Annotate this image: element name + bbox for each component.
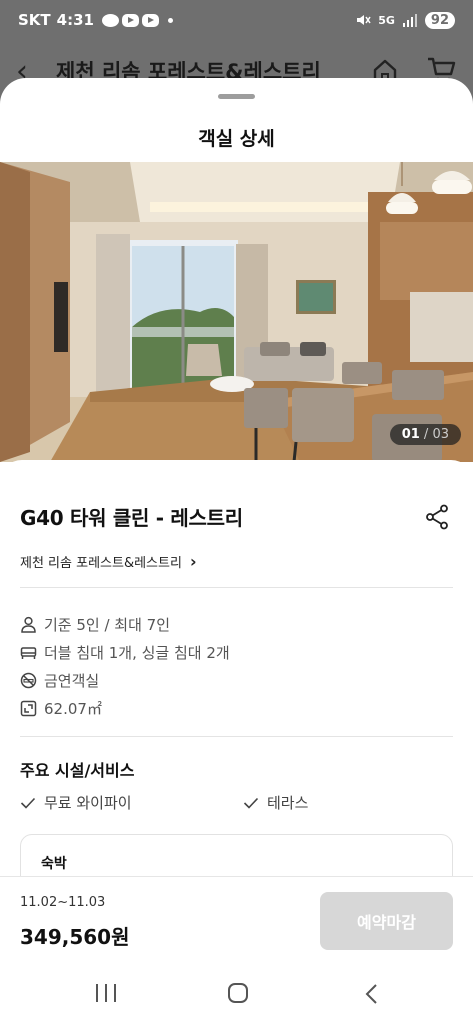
- divider: [20, 736, 453, 737]
- sheet-title: 객실 상세: [198, 128, 275, 150]
- status-bar: SKT 4:31 5G 92: [0, 0, 473, 40]
- room-photo: [0, 162, 473, 462]
- room-photo-carousel[interactable]: 01 / 03: [0, 162, 473, 462]
- area-icon: [20, 700, 37, 716]
- chevron-right-icon: ›: [189, 552, 197, 571]
- spec-beds-text: 더블 침대 1개, 싱글 침대 2개: [44, 643, 230, 662]
- youtube-notification-icon-2: [141, 13, 159, 27]
- talk-notification-icon: [101, 13, 119, 27]
- system-navigation-bar: [0, 962, 473, 1024]
- booking-bar: 11.02~11.03 349,560원 예약마감: [0, 876, 473, 962]
- photo-counter-separator: /: [419, 427, 433, 442]
- facility-label: 무료 와이파이: [44, 794, 132, 812]
- hotel-link[interactable]: 제천 리솜 포레스트&레스트리 ›: [20, 552, 197, 571]
- spec-beds: 더블 침대 1개, 싱글 침대 2개: [20, 638, 230, 666]
- hotel-link-label: 제천 리솜 포레스트&레스트리: [20, 556, 182, 571]
- facility-label: 테라스: [267, 794, 309, 812]
- room-price: 349,560원: [20, 925, 130, 949]
- check-icon: [20, 797, 36, 809]
- home-button-icon[interactable]: [228, 983, 248, 1003]
- divider: [20, 587, 453, 588]
- spec-area-text: 62.07㎡: [44, 699, 102, 718]
- photo-counter-total: 03: [432, 427, 449, 442]
- no-smoking-icon: [20, 672, 37, 688]
- photo-counter-current: 01: [401, 427, 420, 442]
- check-icon: [243, 797, 259, 809]
- carrier-label: SKT: [18, 11, 51, 29]
- share-icon[interactable]: [425, 504, 449, 530]
- clock: 4:31: [56, 11, 94, 29]
- spec-area: 62.07㎡: [20, 694, 230, 722]
- signal-icon: [402, 14, 417, 27]
- spec-smoking: 금연객실: [20, 666, 230, 694]
- recent-apps-icon[interactable]: [96, 984, 116, 1002]
- battery-indicator: 92: [424, 11, 455, 29]
- spec-occupancy: 기준 5인 / 최대 7인: [20, 610, 230, 638]
- battery-level: 92: [430, 12, 449, 28]
- room-specs: 기준 5인 / 최대 7인 더블 침대 1개, 싱글 침대 2개 금연객실 62…: [20, 610, 230, 722]
- bed-icon: [20, 646, 37, 659]
- youtube-notification-icon: [121, 13, 139, 27]
- facility-item: 무료 와이파이: [20, 792, 132, 813]
- facilities-title: 주요 시설/서비스: [20, 761, 135, 780]
- more-notifications-icon: [167, 17, 173, 23]
- mute-icon: [357, 15, 371, 25]
- stay-dates: 11.02~11.03: [20, 895, 106, 910]
- spec-smoking-text: 금연객실: [44, 671, 100, 690]
- reserve-button[interactable]: 예약마감: [320, 892, 453, 950]
- sheet-drag-handle[interactable]: [218, 94, 255, 99]
- stay-option-label: 숙박: [41, 856, 67, 872]
- back-icon[interactable]: [363, 984, 381, 1004]
- person-icon: [21, 616, 36, 633]
- photo-counter: 01 / 03: [389, 424, 461, 445]
- facility-item: 테라스: [243, 792, 308, 813]
- spec-occupancy-text: 기준 5인 / 최대 7인: [44, 615, 171, 634]
- network-type-label: 5G: [378, 13, 395, 27]
- room-name: G40 타워 클린 - 레스트리: [20, 506, 243, 530]
